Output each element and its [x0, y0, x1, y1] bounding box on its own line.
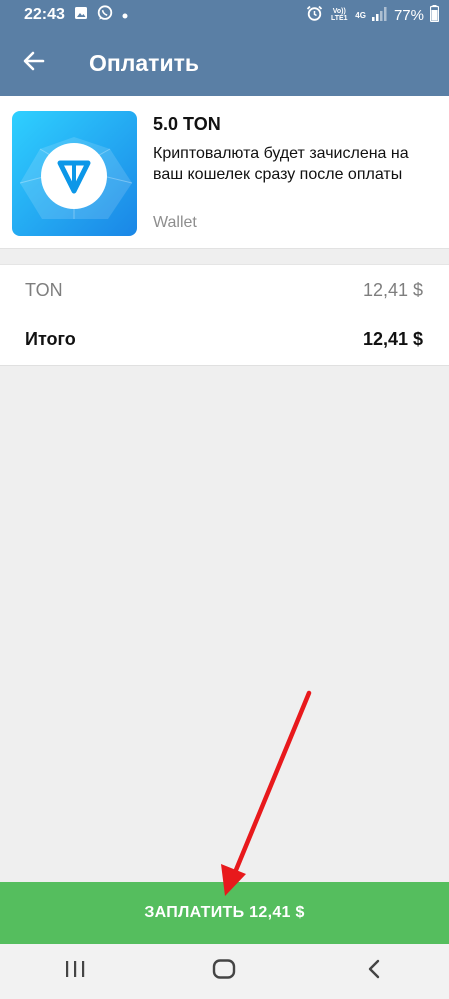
- system-back-button[interactable]: [344, 952, 404, 992]
- home-icon: [212, 959, 236, 984]
- back-icon: [367, 959, 381, 984]
- whatsapp-icon: [97, 4, 113, 26]
- back-button[interactable]: [2, 30, 66, 96]
- gallery-icon: [74, 6, 88, 25]
- home-button[interactable]: [194, 952, 254, 992]
- pay-button[interactable]: ЗАПЛАТИТЬ 12,41 $: [0, 882, 449, 944]
- volte-label: Vo)) LTE1: [330, 8, 348, 22]
- status-time: 22:43: [24, 6, 65, 23]
- product-card: 5.0 TON Криптовалюта будет зачислена на …: [0, 96, 449, 249]
- price-item-value: 12,41 $: [362, 280, 423, 300]
- dot-icon: [122, 6, 128, 24]
- alarm-icon: [306, 5, 323, 25]
- product-image: [12, 111, 137, 236]
- arrow-left-icon: [23, 51, 45, 76]
- price-row-item: TON 12,41 $: [25, 280, 423, 301]
- recent-apps-button[interactable]: [45, 952, 105, 992]
- recent-apps-icon: [64, 960, 86, 983]
- product-provider: Wallet: [153, 214, 197, 231]
- page-title: Оплатить: [89, 49, 199, 76]
- price-item-label: TON: [25, 280, 63, 300]
- system-nav-bar: [0, 944, 449, 999]
- battery-icon: [429, 5, 440, 25]
- status-bar: 22:43 Vo)) LTE1 4G 77%: [0, 0, 449, 30]
- signal-icon: [371, 6, 388, 24]
- product-description: Криптовалюта будет зачислена на ваш коше…: [153, 145, 409, 183]
- product-title: 5.0 TON: [153, 114, 221, 134]
- battery-percent: 77%: [393, 6, 424, 24]
- price-breakdown: TON 12,41 $ Итого 12,41 $: [0, 264, 449, 366]
- price-total-label: Итого: [25, 329, 76, 349]
- price-total-value: 12,41 $: [362, 329, 423, 349]
- app-bar: Оплатить: [0, 30, 449, 96]
- network-label: 4G: [355, 10, 366, 20]
- price-row-total: Итого 12,41 $: [25, 329, 423, 350]
